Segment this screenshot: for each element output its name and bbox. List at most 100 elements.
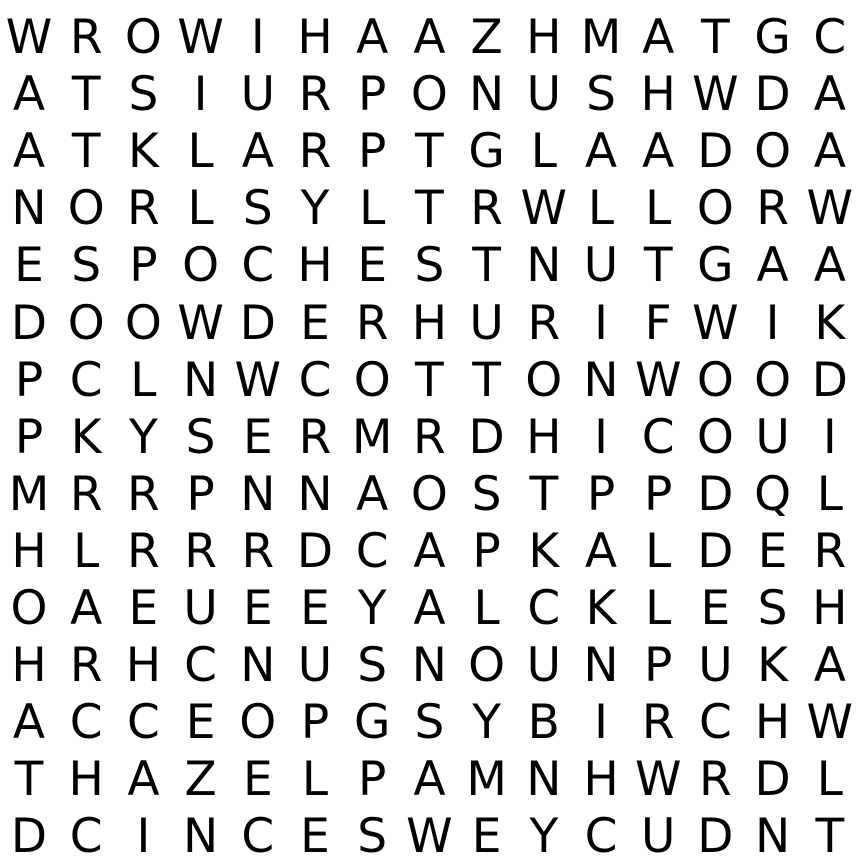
- letter-cell[interactable]: W: [630, 352, 687, 409]
- letter-cell[interactable]: A: [401, 523, 458, 580]
- letter-cell[interactable]: R: [515, 295, 572, 352]
- letter-cell[interactable]: T: [401, 123, 458, 180]
- letter-cell[interactable]: C: [58, 808, 115, 865]
- letter-cell[interactable]: A: [801, 637, 858, 694]
- letter-cell[interactable]: R: [744, 180, 801, 237]
- letter-cell[interactable]: D: [744, 751, 801, 808]
- letter-cell[interactable]: C: [287, 352, 344, 409]
- letter-cell[interactable]: Z: [458, 9, 515, 66]
- letter-cell[interactable]: U: [744, 409, 801, 466]
- letter-cell[interactable]: P: [1, 352, 58, 409]
- letter-cell[interactable]: R: [172, 523, 229, 580]
- letter-cell[interactable]: C: [687, 694, 744, 751]
- letter-cell[interactable]: E: [458, 808, 515, 865]
- letter-cell[interactable]: I: [573, 295, 630, 352]
- letter-cell[interactable]: R: [115, 466, 172, 523]
- letter-cell[interactable]: N: [172, 352, 229, 409]
- letter-cell[interactable]: K: [58, 409, 115, 466]
- letter-cell[interactable]: E: [287, 580, 344, 637]
- letter-cell[interactable]: A: [801, 66, 858, 123]
- letter-cell[interactable]: M: [573, 9, 630, 66]
- letter-cell[interactable]: C: [630, 409, 687, 466]
- letter-cell[interactable]: R: [344, 295, 401, 352]
- letter-cell[interactable]: T: [58, 66, 115, 123]
- letter-cell[interactable]: S: [115, 66, 172, 123]
- letter-cell[interactable]: O: [458, 637, 515, 694]
- letter-cell[interactable]: Y: [515, 808, 572, 865]
- letter-cell[interactable]: I: [744, 295, 801, 352]
- letter-cell[interactable]: S: [458, 466, 515, 523]
- letter-cell[interactable]: T: [458, 352, 515, 409]
- letter-cell[interactable]: G: [687, 237, 744, 294]
- letter-cell[interactable]: E: [229, 580, 286, 637]
- letter-cell[interactable]: H: [401, 295, 458, 352]
- letter-cell[interactable]: D: [744, 66, 801, 123]
- letter-cell[interactable]: G: [344, 694, 401, 751]
- letter-cell[interactable]: H: [801, 580, 858, 637]
- letter-cell[interactable]: A: [344, 9, 401, 66]
- letter-cell[interactable]: H: [287, 9, 344, 66]
- letter-cell[interactable]: L: [630, 580, 687, 637]
- letter-cell[interactable]: A: [801, 237, 858, 294]
- letter-cell[interactable]: N: [573, 637, 630, 694]
- letter-cell[interactable]: S: [401, 694, 458, 751]
- letter-cell[interactable]: R: [401, 409, 458, 466]
- letter-cell[interactable]: N: [744, 808, 801, 865]
- letter-cell[interactable]: A: [401, 9, 458, 66]
- letter-cell[interactable]: N: [515, 751, 572, 808]
- letter-cell[interactable]: U: [630, 808, 687, 865]
- letter-cell[interactable]: W: [172, 295, 229, 352]
- letter-cell[interactable]: K: [801, 295, 858, 352]
- letter-cell[interactable]: D: [687, 808, 744, 865]
- letter-cell[interactable]: P: [1, 409, 58, 466]
- letter-cell[interactable]: H: [744, 694, 801, 751]
- letter-cell[interactable]: T: [401, 180, 458, 237]
- letter-cell[interactable]: U: [172, 580, 229, 637]
- letter-cell[interactable]: R: [229, 523, 286, 580]
- letter-cell[interactable]: N: [515, 237, 572, 294]
- letter-cell[interactable]: B: [515, 694, 572, 751]
- letter-cell[interactable]: C: [344, 523, 401, 580]
- letter-cell[interactable]: W: [801, 180, 858, 237]
- letter-cell[interactable]: N: [1, 180, 58, 237]
- letter-cell[interactable]: U: [229, 66, 286, 123]
- letter-cell[interactable]: R: [58, 637, 115, 694]
- letter-cell[interactable]: A: [344, 466, 401, 523]
- letter-cell[interactable]: O: [229, 694, 286, 751]
- letter-cell[interactable]: R: [58, 9, 115, 66]
- letter-cell[interactable]: W: [801, 694, 858, 751]
- letter-cell[interactable]: T: [458, 237, 515, 294]
- letter-cell[interactable]: O: [687, 180, 744, 237]
- letter-cell[interactable]: O: [172, 237, 229, 294]
- letter-cell[interactable]: S: [744, 580, 801, 637]
- letter-cell[interactable]: R: [287, 409, 344, 466]
- letter-cell[interactable]: U: [515, 66, 572, 123]
- letter-cell[interactable]: L: [344, 180, 401, 237]
- letter-cell[interactable]: H: [515, 409, 572, 466]
- letter-cell[interactable]: W: [687, 66, 744, 123]
- letter-cell[interactable]: T: [801, 808, 858, 865]
- letter-cell[interactable]: O: [401, 66, 458, 123]
- letter-cell[interactable]: N: [229, 466, 286, 523]
- letter-cell[interactable]: R: [630, 694, 687, 751]
- letter-cell[interactable]: S: [229, 180, 286, 237]
- letter-cell[interactable]: Y: [458, 694, 515, 751]
- letter-cell[interactable]: P: [287, 694, 344, 751]
- letter-cell[interactable]: T: [515, 466, 572, 523]
- letter-cell[interactable]: L: [172, 180, 229, 237]
- letter-cell[interactable]: O: [687, 352, 744, 409]
- letter-cell[interactable]: N: [229, 637, 286, 694]
- letter-cell[interactable]: U: [515, 637, 572, 694]
- letter-cell[interactable]: L: [172, 123, 229, 180]
- letter-cell[interactable]: A: [401, 751, 458, 808]
- letter-cell[interactable]: N: [401, 637, 458, 694]
- letter-cell[interactable]: L: [115, 352, 172, 409]
- letter-cell[interactable]: O: [687, 409, 744, 466]
- letter-cell[interactable]: C: [172, 637, 229, 694]
- letter-cell[interactable]: O: [58, 180, 115, 237]
- letter-cell[interactable]: Q: [744, 466, 801, 523]
- letter-cell[interactable]: S: [401, 237, 458, 294]
- letter-cell[interactable]: T: [401, 352, 458, 409]
- letter-cell[interactable]: O: [744, 352, 801, 409]
- letter-cell[interactable]: A: [401, 580, 458, 637]
